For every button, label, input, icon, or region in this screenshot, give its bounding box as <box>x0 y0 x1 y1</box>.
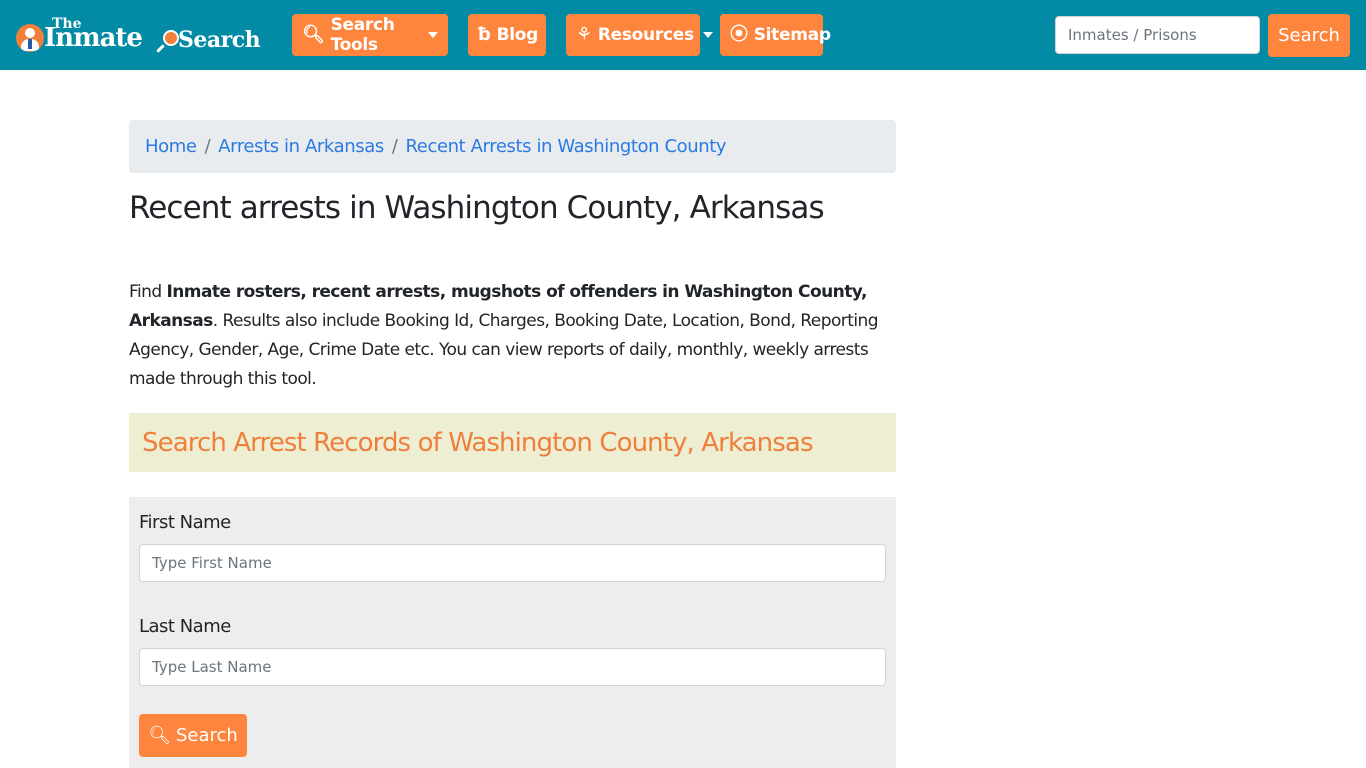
chevron-down-icon <box>428 32 438 38</box>
search-section-title: Search Arrest Records of Washington Coun… <box>142 427 813 458</box>
logo-text-inmate: Inmate <box>44 23 143 53</box>
search-submit-label: Search <box>176 725 238 746</box>
last-name-input[interactable] <box>139 648 886 686</box>
nav-label: Sitemap <box>753 25 831 45</box>
nav-sitemap-button[interactable]: ⦿ Sitemap <box>720 14 831 56</box>
nav-label: Resources <box>597 25 694 45</box>
last-name-label: Last Name <box>139 616 231 637</box>
blog-icon: ƀ <box>478 24 491 45</box>
search-icon: 🔍︎ <box>148 725 171 746</box>
site-logo[interactable]: The Inmate Search <box>16 14 276 58</box>
breadcrumb: Home / Arrests in Arkansas / Recent Arre… <box>129 120 896 173</box>
first-name-input[interactable] <box>139 544 886 582</box>
nav-blog-button[interactable]: ƀ Blog <box>468 14 546 56</box>
breadcrumb-home[interactable]: Home <box>145 136 197 157</box>
page-title: Recent arrests in Washington County, Ark… <box>129 190 825 226</box>
intro-paragraph: Find Inmate rosters, recent arrests, mug… <box>129 278 889 394</box>
arrest-search-form: First Name Last Name 🔍︎ Search <box>129 497 896 768</box>
magnifier-handle <box>156 44 165 53</box>
leaf-icon: ⚘ <box>576 24 592 45</box>
search-icon: 🔍︎ <box>302 24 325 45</box>
nav-resources-button[interactable]: ⚘ Resources <box>566 14 713 56</box>
logo-text-search: Search <box>178 27 261 53</box>
breadcrumb-arrests-in-arkansas[interactable]: Arrests in Arkansas <box>218 136 384 157</box>
inmate-avatar-icon <box>16 24 44 52</box>
first-name-label: First Name <box>139 512 231 533</box>
nav-search-button[interactable]: Search <box>1268 14 1350 57</box>
nav-label: Blog <box>496 25 539 45</box>
intro-suffix: . Results also include Booking Id, Charg… <box>129 311 879 389</box>
breadcrumb-separator: / <box>391 136 398 157</box>
breadcrumb-separator: / <box>204 136 211 157</box>
intro-prefix: Find <box>129 282 167 302</box>
inmate-search-input[interactable] <box>1055 16 1260 54</box>
chevron-down-icon <box>702 32 713 38</box>
nav-search-tools-button[interactable]: 🔍︎ Search Tools <box>292 14 448 56</box>
breadcrumb-current-page[interactable]: Recent Arrests in Washington County <box>406 136 727 157</box>
search-section-header: Search Arrest Records of Washington Coun… <box>129 413 896 472</box>
magnifier-icon <box>163 30 179 46</box>
search-submit-button[interactable]: 🔍︎ Search <box>139 714 247 757</box>
nav-label: Search Tools <box>330 15 395 55</box>
rss-icon: ⦿ <box>730 24 748 45</box>
top-navbar: The Inmate Search 🔍︎ Search Tools ƀ Blog… <box>0 0 1366 70</box>
